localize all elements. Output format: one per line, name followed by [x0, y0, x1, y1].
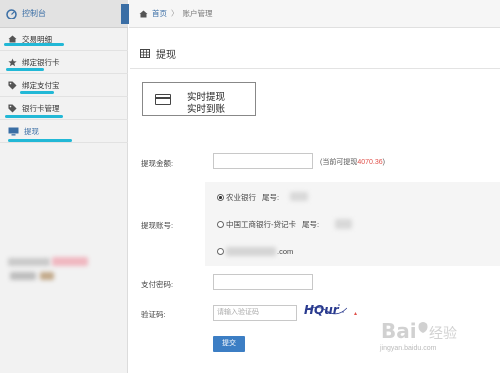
tag-icon — [8, 80, 17, 90]
radio-selected[interactable] — [217, 194, 224, 201]
page-title: 提现 — [140, 46, 176, 61]
amount-input[interactable] — [213, 153, 313, 169]
captcha-image[interactable]: HQur — [303, 300, 347, 318]
sidebar-header[interactable]: 控制台 — [0, 0, 128, 28]
table-icon — [140, 49, 150, 58]
star-icon — [8, 57, 17, 66]
home-icon — [139, 10, 148, 17]
breadcrumb-current[interactable]: 账户管理 — [183, 8, 213, 19]
sidebar-item-label: 提现 — [24, 126, 39, 136]
breadcrumb-home-link[interactable]: 首页 — [152, 8, 167, 19]
highlight-underline — [4, 43, 64, 46]
submit-button[interactable]: 提交 — [213, 336, 245, 352]
sidebar-item-label: 绑定银行卡 — [22, 57, 60, 67]
account-bank: 中国工商银行-贷记卡 — [226, 220, 296, 229]
highlight-underline — [20, 91, 54, 94]
account-option[interactable]: 中国工商银行-贷记卡 尾号: — [217, 219, 319, 230]
account-bank: 农业银行 — [226, 193, 256, 202]
blurred-account-number — [335, 219, 352, 229]
blurred-email — [226, 247, 276, 256]
tag-icon — [8, 103, 17, 113]
radio-unselected[interactable] — [217, 248, 224, 255]
amount-label: 提现金额: — [141, 159, 174, 168]
captcha-label: 验证码: — [141, 310, 166, 319]
watermark-url: jingyan.baidu.com — [380, 345, 437, 352]
blurred-user-info — [40, 272, 54, 280]
account-tail-label: 尾号: — [262, 193, 280, 202]
svg-text:Bai: Bai — [381, 319, 417, 343]
home-icon — [8, 35, 17, 43]
withdraw-method-card[interactable]: 实时提现 实时到账 — [142, 82, 256, 116]
dashboard-icon — [6, 8, 17, 19]
sidebar-item-label: 绑定支付宝 — [22, 80, 60, 90]
highlight-underline — [6, 68, 44, 71]
credit-card-icon — [155, 94, 171, 105]
highlight-underline — [8, 139, 72, 142]
captcha-input[interactable]: 请输入验证码 — [213, 305, 297, 321]
account-tail-label: 尾号: — [302, 220, 320, 229]
password-label: 支付密码: — [141, 280, 174, 289]
sidebar-item-bind-alipay[interactable]: 绑定支付宝 — [0, 74, 128, 97]
baidu-jingyan-watermark: Bai 经验 — [381, 319, 457, 343]
blurred-user-info — [8, 258, 50, 266]
blurred-account-number — [290, 192, 308, 201]
svg-text:经验: 经验 — [429, 326, 457, 342]
page-title-text: 提现 — [156, 50, 176, 61]
captcha-refresh-marker: ▴ — [354, 311, 358, 317]
account-label: 提现账号: — [141, 221, 174, 230]
available-amount-hint: (当前可提现4070.36) — [320, 157, 385, 167]
account-option[interactable]: .com — [217, 247, 293, 256]
captcha-text: HQur — [304, 303, 340, 317]
sidebar-item-transactions[interactable]: 交易明细 — [0, 28, 128, 51]
method-subtitle: 实时到账 — [187, 104, 226, 115]
sidebar: 控制台 交易明细 绑定银行卡 绑定支付宝 银行卡管理 提现 — [0, 0, 129, 373]
blurred-user-info — [52, 257, 88, 266]
radio-unselected[interactable] — [217, 221, 224, 228]
account-option[interactable]: 农业银行 尾号: — [217, 192, 279, 203]
divider — [130, 68, 500, 69]
breadcrumb: 首页 〉 账户管理 — [129, 0, 500, 28]
hint-prefix: (当前可提现 — [320, 159, 358, 166]
breadcrumb-separator: 〉 — [171, 9, 179, 18]
sidebar-header-label: 控制台 — [22, 9, 46, 18]
hint-suffix: ) — [382, 159, 385, 166]
sidebar-item-label: 银行卡管理 — [22, 103, 60, 113]
blurred-user-info — [10, 272, 36, 280]
account-email-domain: .com — [277, 247, 294, 256]
sidebar-collapse-handle[interactable] — [121, 4, 129, 24]
available-amount: 4070.36 — [357, 159, 383, 166]
highlight-underline — [5, 115, 63, 118]
payment-password-input[interactable] — [213, 274, 313, 290]
monitor-icon — [8, 127, 19, 135]
